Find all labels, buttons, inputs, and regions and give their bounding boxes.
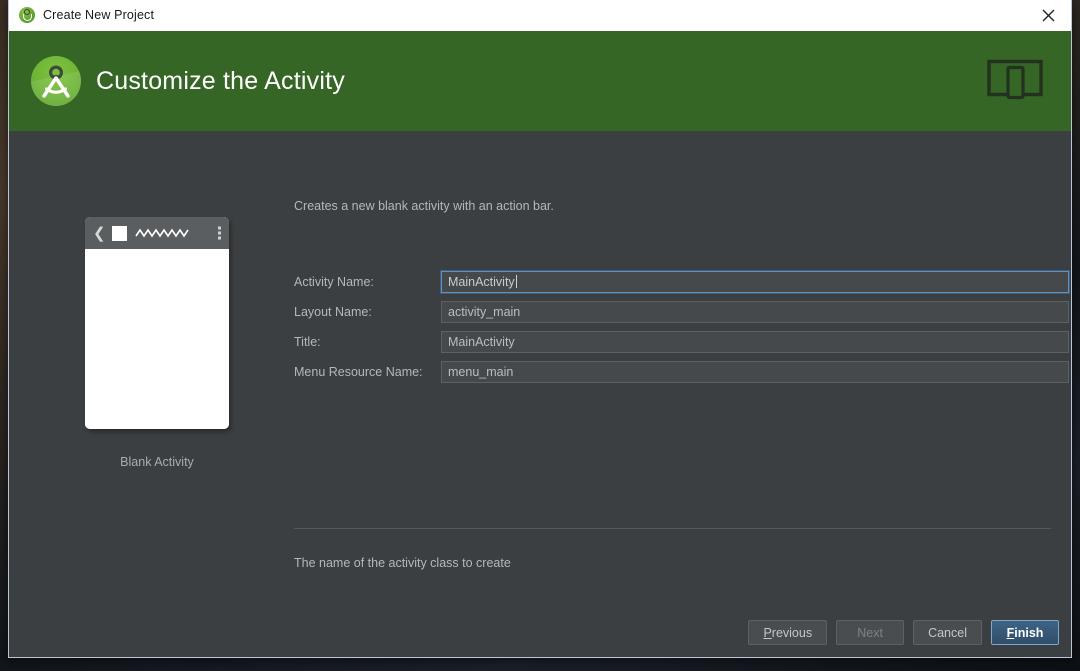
window-titlebar: Create New Project (9, 0, 1071, 31)
layout-name-input[interactable]: activity_main (441, 301, 1069, 323)
android-studio-icon (19, 7, 35, 23)
dialog-body: ❮ Blank Activity (9, 131, 1071, 657)
menu-resource-name-input[interactable]: menu_main (441, 361, 1069, 383)
title-label: Title: (294, 335, 441, 349)
activity-template-label: Blank Activity (77, 455, 237, 469)
zigzag-placeholder-icon (135, 227, 191, 239)
template-description: Creates a new blank activity with an act… (294, 199, 554, 213)
close-icon[interactable] (1025, 0, 1071, 31)
previous-button[interactable]: Previous (748, 620, 827, 645)
tablet-phone-icon (987, 57, 1043, 106)
next-button[interactable]: Next (836, 620, 904, 645)
field-row-title: Title: MainActivity (294, 331, 1069, 353)
activity-name-input[interactable]: MainActivity (441, 271, 1069, 293)
preview-action-bar: ❮ (85, 217, 229, 249)
app-square-icon (112, 226, 127, 241)
window-title: Create New Project (43, 8, 154, 22)
finish-button[interactable]: Finish (991, 620, 1059, 645)
activity-preview[interactable]: ❮ Blank Activity (77, 217, 237, 469)
page-title: Customize the Activity (96, 67, 345, 96)
field-row-activity-name: Activity Name: MainActivity (294, 271, 1069, 293)
hint-separator (294, 528, 1051, 529)
activity-name-label: Activity Name: (294, 275, 441, 289)
preview-content-area (85, 249, 229, 429)
overflow-menu-icon (218, 227, 221, 240)
back-chevron-icon: ❮ (93, 226, 106, 241)
create-new-project-dialog: Create New Project Customize the Activi (8, 0, 1072, 658)
text-caret (516, 275, 517, 288)
layout-name-label: Layout Name: (294, 305, 441, 319)
field-row-layout-name: Layout Name: activity_main (294, 301, 1069, 323)
field-hint-text: The name of the activity class to create (294, 556, 511, 570)
menu-resource-name-label: Menu Resource Name: (294, 365, 441, 379)
activity-form: Activity Name: MainActivity Layout Name:… (294, 271, 1069, 391)
dialog-footer: Previous Next Cancel Finish (748, 620, 1059, 645)
cancel-button[interactable]: Cancel (913, 620, 982, 645)
field-row-menu-resource-name: Menu Resource Name: menu_main (294, 361, 1069, 383)
activity-thumbnail: ❮ (85, 217, 229, 429)
android-studio-logo-icon (31, 56, 81, 106)
wizard-header: Customize the Activity (9, 31, 1071, 131)
title-input[interactable]: MainActivity (441, 331, 1069, 353)
desktop-background: Create New Project Customize the Activi (0, 0, 1080, 671)
